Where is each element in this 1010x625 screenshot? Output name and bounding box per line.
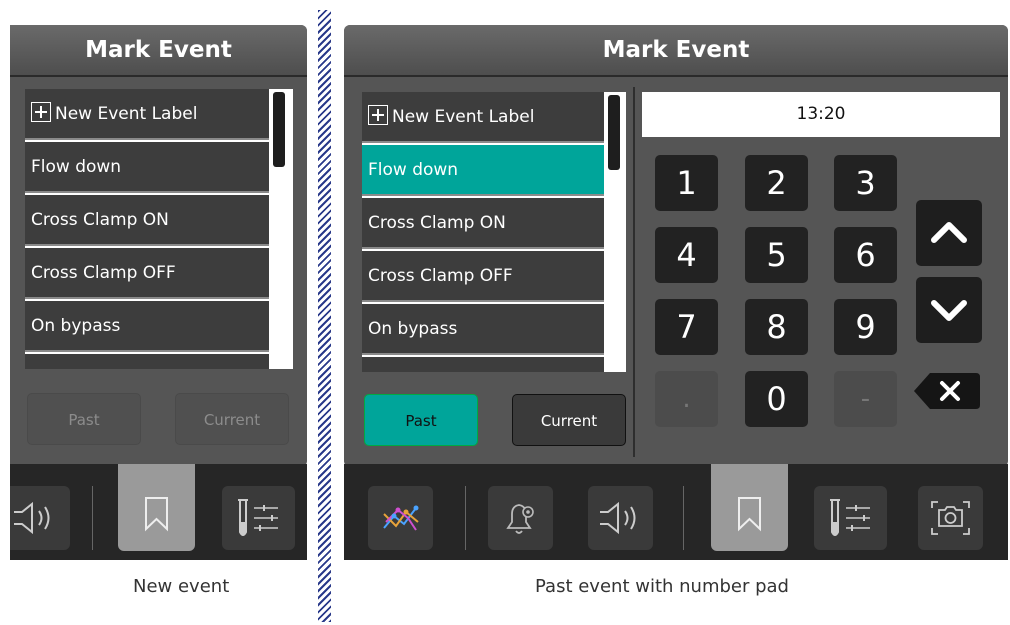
lab-settings-button[interactable] <box>814 486 887 550</box>
scrollbar-thumb[interactable] <box>273 92 285 167</box>
list-item-label: Cross Clamp ON <box>368 213 506 233</box>
lab-settings-button[interactable] <box>222 486 295 550</box>
new-event-label-text: New Event Label <box>55 104 198 124</box>
plus-icon <box>31 102 51 122</box>
event-label-list: New Event Label Flow down Cross Clamp ON… <box>25 89 293 369</box>
list-scrollbar[interactable] <box>271 89 287 369</box>
current-button[interactable]: Current <box>175 393 289 445</box>
toolbar-divider <box>683 486 684 550</box>
key-9[interactable]: 9 <box>834 299 897 355</box>
hatched-divider <box>318 10 331 622</box>
bottom-toolbar-right <box>344 464 1008 560</box>
past-button[interactable]: Past <box>364 394 478 446</box>
list-item[interactable]: Flow down <box>25 142 269 193</box>
list-item[interactable]: Cross Clamp ON <box>362 198 604 249</box>
speaker-icon <box>14 501 50 535</box>
audio-button[interactable] <box>588 486 653 550</box>
toolbar-divider <box>92 486 93 550</box>
key-5[interactable]: 5 <box>745 227 808 283</box>
list-item-label: Flow down <box>368 160 459 180</box>
mark-event-panel-right: Mark Event New Event Label Flow down Cro… <box>344 25 1008 467</box>
chevron-down-icon <box>931 300 967 321</box>
test-tube-settings-icon <box>830 499 870 536</box>
panel-divider <box>633 87 635 457</box>
key-6[interactable]: 6 <box>834 227 897 283</box>
new-event-label-button[interactable]: New Event Label <box>25 89 269 140</box>
bookmark-icon <box>145 497 168 532</box>
trend-graph-icon <box>383 505 419 531</box>
key-1[interactable]: 1 <box>655 155 718 211</box>
list-item[interactable] <box>25 354 269 369</box>
mark-event-panel-left: Mark Event New Event Label Flow down Cro… <box>10 25 307 467</box>
key-3[interactable]: 3 <box>834 155 897 211</box>
list-item-selected[interactable]: Flow down <box>362 145 604 196</box>
scrollbar-thumb[interactable] <box>608 95 620 170</box>
trends-button[interactable] <box>368 486 433 550</box>
alarm-settings-button[interactable] <box>488 486 553 550</box>
panel-title: Mark Event <box>10 25 307 77</box>
key-4[interactable]: 4 <box>655 227 718 283</box>
key-7[interactable]: 7 <box>655 299 718 355</box>
decrement-button[interactable] <box>916 277 982 343</box>
increment-button[interactable] <box>916 200 982 266</box>
test-tube-settings-icon <box>238 499 278 536</box>
new-event-label-text: New Event Label <box>392 107 535 127</box>
list-item[interactable]: Cross Clamp OFF <box>25 248 269 299</box>
time-display[interactable]: 13:20 <box>642 92 1000 137</box>
list-item[interactable]: On bypass <box>25 301 269 352</box>
list-item[interactable]: On bypass <box>362 304 604 355</box>
current-button[interactable]: Current <box>512 394 626 446</box>
new-event-label-button[interactable]: New Event Label <box>362 92 604 143</box>
list-item[interactable]: Cross Clamp OFF <box>362 251 604 302</box>
event-label-list: New Event Label Flow down Cross Clamp ON… <box>362 92 626 372</box>
audio-button[interactable] <box>10 486 70 550</box>
chevron-up-icon <box>931 222 967 243</box>
list-item-label: Cross Clamp OFF <box>368 266 513 286</box>
bookmark-tab-selected[interactable] <box>711 464 788 551</box>
list-item-label: On bypass <box>31 316 121 336</box>
camera-icon <box>931 501 970 535</box>
key-minus[interactable]: - <box>834 371 897 427</box>
list-item[interactable] <box>362 357 604 372</box>
list-item-label: Cross Clamp OFF <box>31 263 176 283</box>
list-item-label: Cross Clamp ON <box>31 210 169 230</box>
panel-title: Mark Event <box>344 25 1008 77</box>
list-item-label: On bypass <box>368 319 458 339</box>
plus-icon <box>368 105 388 125</box>
list-item[interactable]: Cross Clamp ON <box>25 195 269 246</box>
key-2[interactable]: 2 <box>745 155 808 211</box>
speaker-icon <box>600 501 636 535</box>
list-scrollbar[interactable] <box>606 92 622 372</box>
alarm-settings-icon <box>506 504 534 534</box>
bookmark-icon <box>738 497 761 532</box>
toolbar-divider <box>465 486 466 550</box>
backspace-button[interactable] <box>912 369 982 413</box>
backspace-icon <box>914 373 980 409</box>
caption-left: New event <box>133 576 230 597</box>
key-8[interactable]: 8 <box>745 299 808 355</box>
key-decimal[interactable]: . <box>655 371 718 427</box>
past-button[interactable]: Past <box>27 393 141 445</box>
bookmark-tab-selected[interactable] <box>118 464 195 551</box>
key-0[interactable]: 0 <box>745 371 808 427</box>
list-item-label: Flow down <box>31 157 122 177</box>
caption-right: Past event with number pad <box>535 576 789 597</box>
screenshot-button[interactable] <box>918 486 983 550</box>
